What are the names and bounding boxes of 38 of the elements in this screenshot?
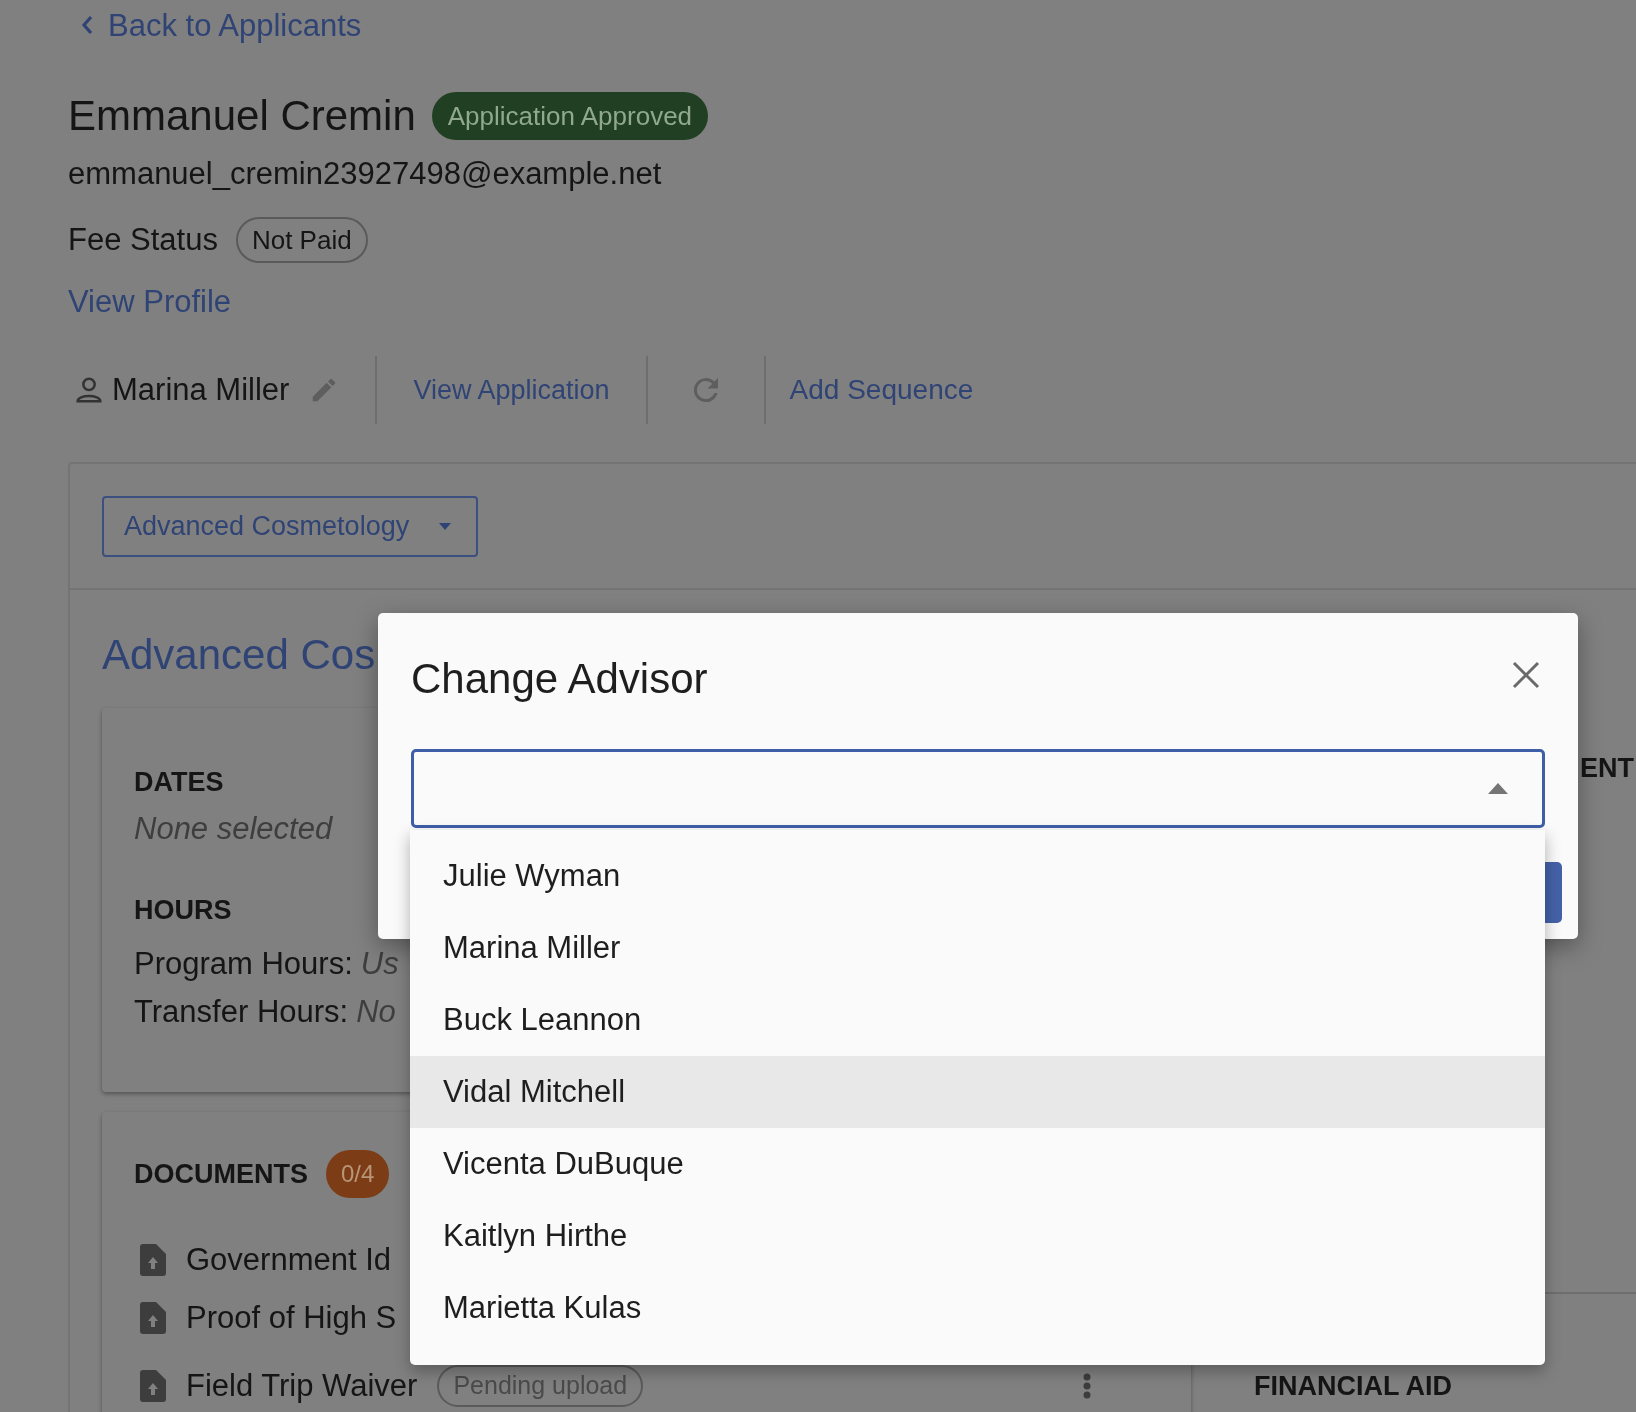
chevron-left-icon: [80, 14, 94, 36]
file-upload-icon: [140, 1370, 166, 1402]
dates-heading: DATES: [134, 766, 224, 799]
hours-label: Program Hours:: [134, 945, 353, 983]
document-name: Field Trip Waiver: [186, 1366, 418, 1405]
advisor-option[interactable]: Vidal Mitchell: [410, 1056, 1545, 1128]
hours-value: No: [356, 993, 396, 1031]
hours-label: Transfer Hours:: [134, 993, 349, 1031]
documents-heading: DOCUMENTS: [134, 1157, 308, 1191]
advisor-select-field[interactable]: [411, 749, 1545, 828]
fee-status-label: Fee Status: [68, 220, 218, 259]
advisor-option[interactable]: Kaitlyn Hirthe: [410, 1200, 1545, 1272]
status-badge: Application Approved: [431, 92, 709, 140]
document-name: Government Id: [186, 1240, 392, 1279]
caret-up-icon: [1488, 783, 1508, 794]
advisor-option[interactable]: Julie Wyman: [410, 840, 1545, 912]
hours-heading: HOURS: [134, 894, 232, 927]
advisor-option[interactable]: Vicenta DuBuque: [410, 1128, 1545, 1200]
applicant-name: Emmanuel Cremin: [68, 95, 416, 137]
dates-value: None selected: [134, 810, 333, 848]
more-options-icon[interactable]: [1083, 1373, 1091, 1399]
file-upload-icon: [140, 1244, 166, 1276]
applicant-email: emmanuel_cremin23927498@example.net: [67, 156, 663, 192]
file-upload-icon: [140, 1302, 166, 1334]
program-title: Advanced Cos: [102, 630, 376, 680]
advisor-option[interactable]: Marina Miller: [410, 912, 1545, 984]
caret-down-icon: [439, 522, 452, 531]
advisor-option[interactable]: Marietta Kulas: [410, 1272, 1545, 1344]
dialog-title: Change Advisor: [411, 654, 708, 704]
hours-value: Us: [360, 945, 399, 983]
side-heading: ENT: [1580, 753, 1634, 783]
fee-status-badge: Not Paid: [235, 217, 368, 263]
close-icon[interactable]: [1512, 661, 1540, 689]
advisor-option[interactable]: Buck Leannon: [410, 984, 1545, 1056]
advisor-name: Marina Miller: [112, 370, 290, 409]
financial-aid-heading: FINANCIAL AID: [1254, 1371, 1452, 1401]
count-badge: 0/4: [326, 1150, 390, 1198]
document-name: Proof of High S: [186, 1298, 397, 1337]
